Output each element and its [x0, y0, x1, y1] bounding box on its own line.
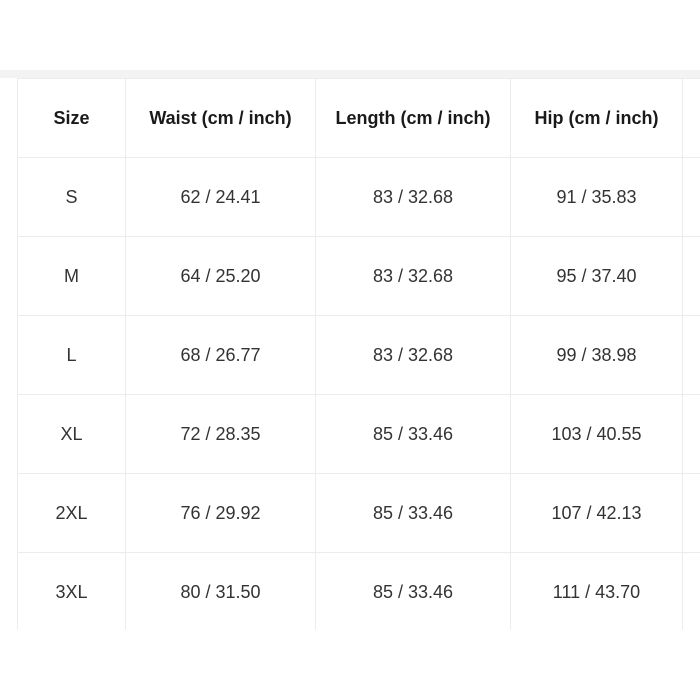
cell-extra	[682, 473, 700, 553]
top-band	[0, 70, 700, 78]
cell-extra	[682, 394, 700, 474]
header-size: Size	[17, 78, 126, 158]
cell-hip: 95 / 37.40	[510, 236, 683, 316]
cell-extra	[682, 157, 700, 237]
cell-waist: 76 / 29.92	[125, 473, 316, 553]
cell-waist: 80 / 31.50	[125, 552, 316, 630]
cell-extra	[682, 236, 700, 316]
cell-hip: 111 / 43.70	[510, 552, 683, 630]
cell-waist: 72 / 28.35	[125, 394, 316, 474]
header-waist: Waist (cm / inch)	[125, 78, 316, 158]
bottom-margin	[0, 630, 700, 700]
header-hip: Hip (cm / inch)	[510, 78, 683, 158]
table-row: S 62 / 24.41 83 / 32.68 91 / 35.83	[17, 157, 700, 237]
cell-hip: 91 / 35.83	[510, 157, 683, 237]
table-row: L 68 / 26.77 83 / 32.68 99 / 38.98	[17, 315, 700, 395]
cell-hip: 99 / 38.98	[510, 315, 683, 395]
header-length: Length (cm / inch)	[315, 78, 511, 158]
cell-size: S	[17, 157, 126, 237]
cell-extra	[682, 315, 700, 395]
cell-length: 83 / 32.68	[315, 236, 511, 316]
cell-extra	[682, 552, 700, 630]
size-chart-container: Size Waist (cm / inch) Length (cm / inch…	[17, 78, 700, 630]
cell-length: 85 / 33.46	[315, 473, 511, 553]
cell-length: 83 / 32.68	[315, 315, 511, 395]
cell-length: 85 / 33.46	[315, 394, 511, 474]
cell-hip: 103 / 40.55	[510, 394, 683, 474]
table-row: 3XL 80 / 31.50 85 / 33.46 111 / 43.70	[17, 552, 700, 630]
cell-waist: 62 / 24.41	[125, 157, 316, 237]
header-extra	[682, 78, 700, 158]
cell-size: 2XL	[17, 473, 126, 553]
table-header-row: Size Waist (cm / inch) Length (cm / inch…	[17, 78, 700, 158]
table-row: 2XL 76 / 29.92 85 / 33.46 107 / 42.13	[17, 473, 700, 553]
size-chart-table: Size Waist (cm / inch) Length (cm / inch…	[17, 78, 700, 630]
cell-size: XL	[17, 394, 126, 474]
cell-size: 3XL	[17, 552, 126, 630]
table-row: M 64 / 25.20 83 / 32.68 95 / 37.40	[17, 236, 700, 316]
cell-waist: 64 / 25.20	[125, 236, 316, 316]
cell-length: 83 / 32.68	[315, 157, 511, 237]
cell-length: 85 / 33.46	[315, 552, 511, 630]
table-row: XL 72 / 28.35 85 / 33.46 103 / 40.55	[17, 394, 700, 474]
cell-size: M	[17, 236, 126, 316]
cell-waist: 68 / 26.77	[125, 315, 316, 395]
cell-size: L	[17, 315, 126, 395]
cell-hip: 107 / 42.13	[510, 473, 683, 553]
